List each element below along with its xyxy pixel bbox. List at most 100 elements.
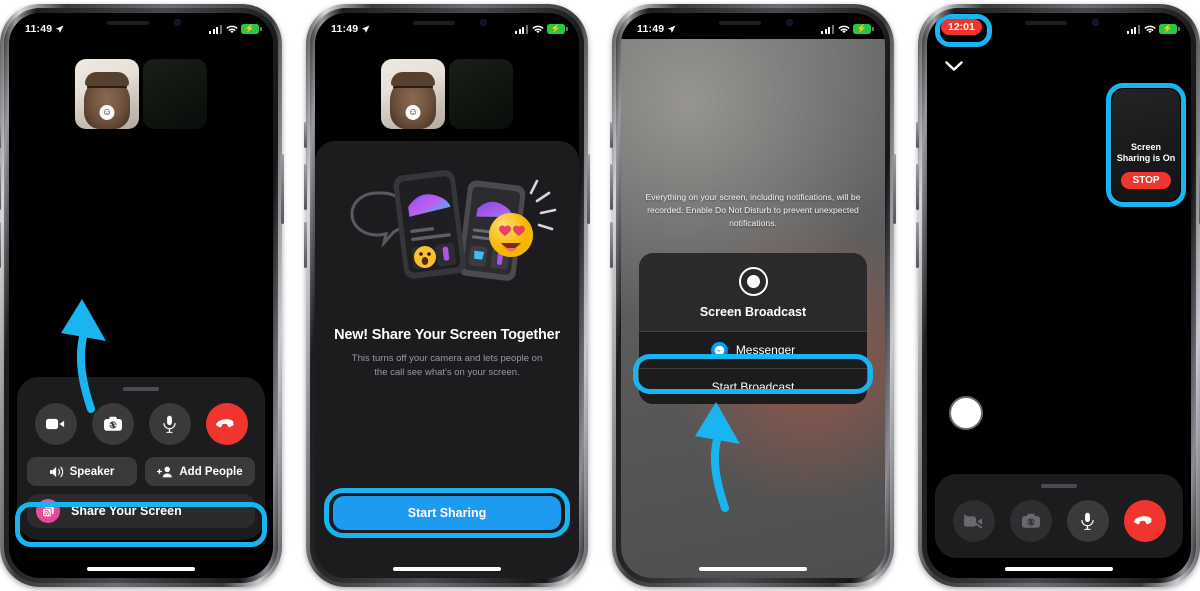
video-thumbnails: ☺ [9,59,273,129]
cellular-bars-icon [515,24,528,34]
illustration-svg [350,170,557,281]
messenger-label: Messenger [735,343,796,357]
participant-bubble[interactable] [949,396,983,430]
phone-1-call-controls: 11:49 ⚡ ☺ Speaker Add People Share Your … [0,4,284,587]
mute-switch[interactable] [304,122,307,148]
share-your-screen-row[interactable]: Share Your Screen [27,494,255,528]
video-camera-off-icon[interactable] [952,500,995,542]
remote-video-thumbnail[interactable] [143,59,207,129]
phone-2-share-onboarding: 11:49 ⚡ ☺ New! Share Your Screen Togethe… [304,4,590,587]
broadcast-title: Screen Broadcast [699,305,807,319]
broadcast-header: Screen Broadcast [639,253,867,331]
record-icon [738,267,768,296]
status-time: 11:49 [331,23,359,35]
video-thumbnails: ☺ [315,59,579,129]
volume-down-button[interactable] [304,222,307,268]
share-screen-illustration [315,149,579,299]
call-control-panel [935,474,1183,558]
wifi-icon [531,25,544,33]
cellular-bars-icon [1127,24,1140,34]
end-call-icon[interactable] [205,403,248,445]
add-person-icon [157,466,173,477]
messenger-icon [710,341,728,359]
mute-switch[interactable] [916,122,919,148]
sheet-grabber[interactable] [123,387,159,391]
end-call-icon[interactable] [1123,500,1166,542]
power-button[interactable] [893,154,896,224]
volume-down-button[interactable] [0,222,1,268]
front-camera [786,19,793,26]
status-time: 11:49 [25,23,53,35]
stop-sharing-button[interactable]: STOP [1121,172,1171,189]
share-screen-icon [36,499,60,523]
mute-switch[interactable] [0,122,1,148]
notch [1003,13,1115,35]
notch [85,13,197,35]
phone-1-screen: 11:49 ⚡ ☺ Speaker Add People Share Your … [9,13,273,578]
earpiece-speaker [107,21,149,25]
power-button[interactable] [587,154,590,224]
home-indicator[interactable] [87,567,195,571]
share-screen-onboarding-sheet: New! Share Your Screen Together This tur… [315,141,579,578]
speaker-button[interactable]: Speaker [27,457,137,486]
flip-camera-icon[interactable] [1009,500,1052,542]
volume-down-button[interactable] [610,222,613,268]
wifi-icon [837,25,850,33]
emoji-reaction-badge[interactable]: ☺ [99,105,115,120]
pointer-arrow-up [61,299,106,413]
battery-charging-icon: ⚡ [853,24,874,34]
remote-video-thumbnail[interactable] [449,59,513,129]
notch [391,13,503,35]
volume-up-button[interactable] [916,164,919,210]
wifi-icon [225,25,238,33]
sheet-grabber[interactable] [1041,484,1077,488]
cellular-bars-icon [209,24,222,34]
add-people-button[interactable]: Add People [145,457,255,486]
phone-2-screen: 11:49 ⚡ ☺ New! Share Your Screen Togethe… [315,13,579,578]
battery-charging-icon: ⚡ [547,24,568,34]
primary-controls-row [945,500,1173,542]
cellular-bars-icon [821,24,834,34]
hat-shape [85,72,129,86]
broadcast-app-option-messenger[interactable]: Messenger [639,331,867,368]
phone-4-sharing-active: ⚡ 12:01 Screen Sharing is On STOP [916,4,1200,587]
start-sharing-button[interactable]: Start Sharing [333,496,561,530]
speaker-label: Speaker [69,465,115,478]
microphone-icon[interactable] [1066,500,1109,542]
earpiece-speaker [413,21,455,25]
screen-broadcast-sheet: Screen Broadcast Messenger Start Broadca… [639,253,867,404]
recording-time-pill[interactable]: 12:01 [941,19,982,35]
broadcast-disclaimer: Everything on your screen, including not… [645,192,861,228]
volume-up-button[interactable] [610,164,613,210]
battery-charging-icon: ⚡ [1159,24,1180,34]
add-people-label: Add People [179,465,243,478]
emoji-reaction-badge[interactable]: ☺ [405,105,421,120]
location-arrow-icon [362,25,370,33]
self-video-thumbnail[interactable]: ☺ [381,59,445,129]
status-time: 11:49 [637,23,665,35]
onboarding-subtitle: This turns off your camera and lets peop… [351,353,543,378]
notch [697,13,809,35]
phone-3-screen: 11:49 ⚡ Everything on your screen, inclu… [621,13,885,578]
self-video-thumbnail[interactable]: ☺ [75,59,139,129]
screen-sharing-panel: Screen Sharing is On STOP [1112,89,1180,201]
chevron-down-icon[interactable] [945,61,963,72]
volume-down-button[interactable] [916,222,919,268]
home-indicator[interactable] [699,567,807,571]
volume-up-button[interactable] [304,164,307,210]
microphone-icon[interactable] [148,403,191,445]
share-your-screen-label: Share Your Screen [71,504,182,518]
glasses-shape [393,86,433,95]
screen-sharing-line1: Screen [1130,141,1161,152]
secondary-controls-row: Speaker Add People [27,457,255,486]
earpiece-speaker [1025,21,1067,25]
hat-shape [391,72,435,86]
volume-up-button[interactable] [0,164,1,210]
location-arrow-icon [668,25,676,33]
home-indicator[interactable] [393,567,501,571]
power-button[interactable] [281,154,284,224]
home-indicator[interactable] [1005,567,1113,571]
front-camera [1092,19,1099,26]
mute-switch[interactable] [610,122,613,148]
location-arrow-icon [56,25,64,33]
